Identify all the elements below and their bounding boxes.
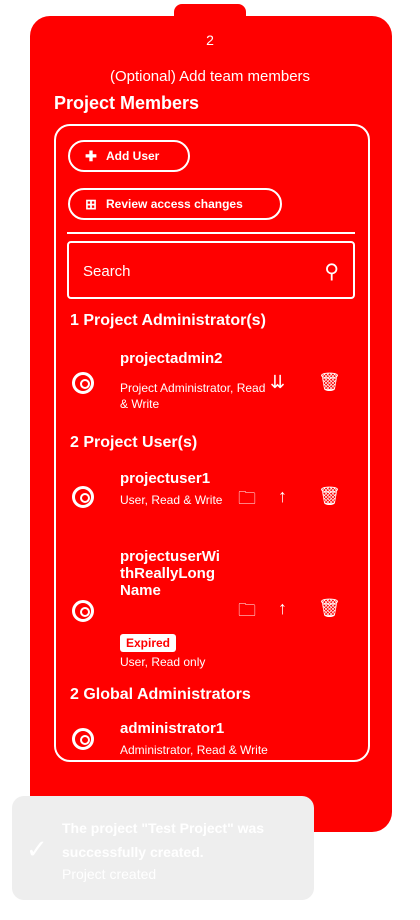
trash-icon[interactable]: 🗑 — [318, 598, 341, 619]
review-access-button[interactable]: ⊞ Review access changes — [68, 188, 282, 220]
folder-icon[interactable]: 🗀 — [238, 598, 256, 628]
arrow-up-icon[interactable]: ↑ — [278, 598, 287, 619]
add-user-label: Add User — [106, 149, 160, 163]
group-users-heading: 2 Project User(s) — [70, 434, 198, 451]
section-title: Project Members — [54, 93, 200, 113]
group-admins-heading: 1 Project Administrator(s) — [70, 312, 266, 329]
search-label: Search — [83, 263, 131, 280]
group-global-heading: 2 Global Administrators — [70, 686, 251, 703]
toast-message: The project "Test Project" was successfu… — [62, 820, 265, 860]
divider — [67, 232, 355, 234]
status-badge: Expired — [120, 634, 177, 652]
step-number: 2 — [206, 32, 214, 48]
avatar-icon — [72, 372, 94, 394]
member-role: Project Administrator, Read & Write — [120, 381, 266, 411]
add-user-button[interactable]: ✚ Add User — [68, 140, 190, 172]
add-user-icon: ✚ — [85, 147, 97, 164]
member-name: projectuser1 — [120, 470, 211, 487]
member-name: projectuserWithReallyLongName — [120, 548, 220, 599]
step-title: (Optional) Add team members — [109, 68, 311, 85]
check-icon: ✓ — [26, 834, 48, 864]
avatar-icon — [72, 728, 94, 750]
arrow-down-icon[interactable]: ⇊ — [270, 372, 285, 393]
search-input[interactable]: Search ⚲ — [67, 241, 355, 299]
avatar-icon — [72, 486, 94, 508]
search-icon[interactable]: ⚲ — [324, 259, 339, 284]
review-icon: ⊞ — [85, 195, 97, 212]
review-access-label: Review access changes — [106, 197, 243, 211]
arrow-up-icon[interactable]: ↑ — [278, 486, 287, 507]
toast-title: Project created — [62, 866, 157, 882]
folder-icon[interactable]: 🗀 — [238, 486, 256, 516]
member-name: projectadmin2 — [120, 350, 223, 367]
trash-icon[interactable]: 🗑 — [318, 372, 341, 393]
member-name: administrator1 — [120, 720, 225, 737]
member-role: Administrator, Read & Write — [120, 743, 268, 757]
success-toast: ✓ The project "Test Project" was success… — [12, 796, 314, 900]
avatar-icon — [72, 600, 94, 622]
members-card: ✚ Add User ⊞ Review access changes Searc… — [54, 124, 370, 762]
trash-icon[interactable]: 🗑 — [318, 486, 341, 507]
member-role: User, Read only — [120, 655, 206, 669]
